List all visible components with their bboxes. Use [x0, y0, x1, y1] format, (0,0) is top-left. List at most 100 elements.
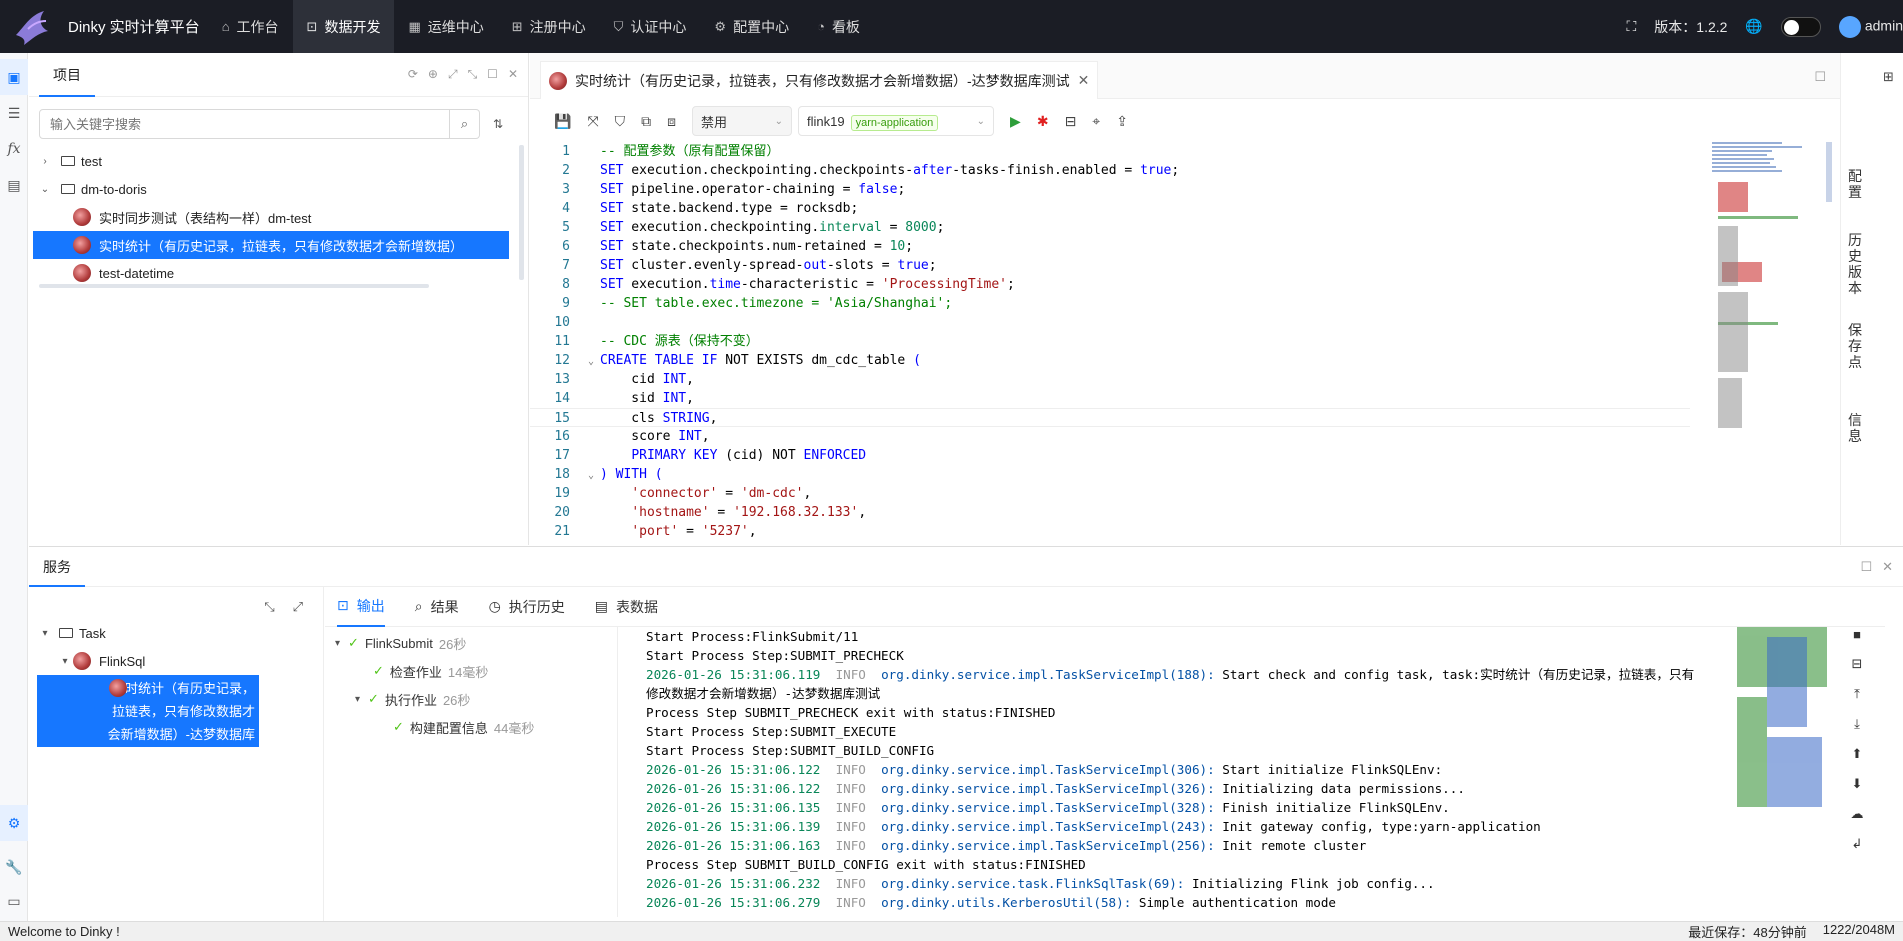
nav-item-6[interactable]: ◔ 看板 [803, 0, 874, 53]
sort-icon[interactable]: ⇅ [486, 109, 510, 139]
collapse-icon[interactable]: ⤢ [448, 67, 458, 82]
add-circle-icon[interactable]: ⊕ [428, 67, 438, 82]
user-menu[interactable]: admin [1838, 15, 1903, 38]
tree-item[interactable]: test-datetime [33, 259, 509, 287]
run-icon[interactable]: ▶ [1010, 113, 1021, 130]
console-icon[interactable]: ▭ [0, 883, 28, 919]
editor-scrollbar[interactable] [1826, 142, 1832, 202]
catalog-icon[interactable]: ☰ [0, 95, 28, 131]
service-tree-item[interactable]: 实时统计（有历史记录，拉链表，只有修改数据才会新增数据）-达梦数据库测试 [37, 675, 259, 765]
scroll-bottom-icon[interactable]: ⤓ [1854, 716, 1860, 732]
tab-table[interactable]: ▤ 表数据 [595, 587, 658, 627]
format-icon[interactable]: ⤧ [587, 113, 598, 130]
service-gear-icon[interactable]: ⚙ [0, 805, 28, 841]
caret-icon[interactable]: ▾ [335, 638, 340, 649]
tree-item[interactable]: 实时统计（有历史记录，拉链表，只有修改数据才会新增数据） [33, 231, 509, 259]
dinky-logo[interactable] [10, 5, 54, 49]
project-panel-icon[interactable]: ▣ [0, 59, 28, 95]
scroll-top-icon[interactable]: ⤒ [1854, 686, 1860, 702]
lineage-icon[interactable]: ⧈ [667, 113, 676, 130]
table-grid-icon[interactable]: ⊞ [1883, 69, 1894, 85]
service-title[interactable]: 服务 [29, 547, 85, 587]
refresh-icon[interactable]: ⟳ [408, 67, 418, 82]
nav-item-1[interactable]: ⊡ 数据开发 [292, 0, 395, 53]
search-button[interactable]: ⌕ [450, 109, 480, 139]
code-minimap[interactable] [1712, 142, 1808, 442]
vertical-scrollbar[interactable] [519, 145, 524, 280]
fold-chevron-icon[interactable]: ⌄ [588, 352, 600, 371]
tab-history[interactable]: ◷ 执行历史 [489, 587, 565, 627]
horizontal-scrollbar[interactable] [39, 284, 429, 288]
service-tree-item[interactable]: ▾ Task [37, 619, 259, 647]
right-rail-item-3[interactable]: 信息 [1848, 412, 1862, 444]
nav-item-2[interactable]: ▦ 运维中心 [394, 0, 497, 53]
tab-terminal[interactable]: ⊡ 输出 [337, 587, 385, 627]
search-input[interactable] [39, 109, 450, 139]
code-editor[interactable]: 1 -- 配置参数（原有配置保留） 2 SET execution.checkpoin… [530, 142, 1710, 542]
checkpoint-select[interactable]: 禁用 ⌄ [692, 106, 793, 136]
function-icon[interactable]: fx [0, 131, 28, 167]
nav-item-4[interactable]: ⛉ 认证中心 [600, 0, 701, 53]
down-circle-icon[interactable]: ⬇ [1852, 776, 1863, 792]
wrench-icon[interactable]: 🔧 [0, 849, 28, 885]
caret-icon[interactable]: › [37, 156, 53, 167]
tree-item[interactable]: 实时同步测试（表结构一样）dm-test [33, 203, 509, 231]
process-step[interactable]: ▾ ✓ FlinkSubmit 26秒 [325, 629, 615, 657]
tab-close-icon[interactable]: ✕ [1078, 72, 1090, 89]
locate-icon[interactable]: ⌖ [1092, 113, 1100, 130]
maximize-icon[interactable]: ☐ [487, 67, 498, 82]
caret-icon[interactable]: ⌄ [37, 184, 53, 195]
shrink-icon[interactable]: ⤡ [468, 67, 478, 82]
log-text: Process Step SUBMIT_BUILD_CONFIG exit wi… [646, 857, 1086, 872]
tab-search[interactable]: ⌕ 结果 [415, 587, 459, 627]
process-step[interactable]: ✓ 构建配置信息 44毫秒 [325, 713, 615, 741]
close-icon[interactable]: ✕ [1882, 559, 1893, 575]
nav-item-5[interactable]: ⚙ 配置中心 [700, 0, 803, 53]
package-icon[interactable]: ⊟ [1065, 113, 1077, 130]
tree-item[interactable]: › test [33, 147, 509, 175]
log-minimap[interactable] [1737, 627, 1827, 817]
dag-icon[interactable]: ⧉ [641, 113, 651, 130]
caret-icon[interactable]: ▾ [37, 628, 53, 639]
lock-icon[interactable]: ⊟ [1852, 656, 1863, 672]
caret-icon[interactable]: ▾ [57, 656, 73, 667]
expand-all-icon[interactable]: ⤢ [293, 599, 303, 615]
service-tree-item[interactable]: ▾ FlinkSql [37, 647, 259, 675]
code-token: execution.checkpointing. [623, 220, 820, 235]
nav-item-0[interactable]: ⌂ 工作台 [208, 0, 293, 53]
log-line: Process Step SUBMIT_BUILD_CONFIG exit wi… [618, 855, 1721, 874]
process-step[interactable]: ✓ 检查作业 14毫秒 [325, 657, 615, 685]
save-icon[interactable]: 💾 [554, 113, 571, 130]
stop-icon[interactable]: ■ [1853, 627, 1861, 642]
close-icon[interactable]: ✕ [508, 67, 518, 82]
fullscreen-icon[interactable]: ⛶ [1626, 18, 1636, 35]
fold-chevron-icon[interactable]: ⌄ [588, 466, 600, 485]
code-token: 'connector' [631, 486, 718, 501]
resource-icon[interactable]: ▤ [0, 167, 28, 203]
enter-icon[interactable]: ↲ [1852, 836, 1863, 852]
right-rail-item-1[interactable]: 历史版本 [1848, 232, 1862, 296]
right-rail-item-0[interactable]: 配置 [1848, 168, 1862, 200]
right-rail-item-2[interactable]: 保存点 [1848, 322, 1862, 370]
cluster-select[interactable]: flink19 yarn-application ⌄ [798, 106, 995, 136]
caret-icon[interactable]: ▾ [355, 694, 360, 705]
collapse-all-icon[interactable]: ⤡ [264, 599, 274, 615]
up-circle-icon[interactable]: ⬆ [1852, 746, 1863, 762]
log-level: INFO [835, 876, 866, 891]
editor-tab[interactable]: 实时统计（有历史记录，拉链表，只有修改数据才会新增数据）-达梦数据库测试 ✕ [540, 61, 1099, 99]
project-title[interactable]: 项目 [39, 53, 95, 97]
line-number: 17 [554, 448, 570, 463]
check-icon[interactable]: ⛉ [615, 113, 626, 130]
globe-icon[interactable]: 🌐 [1745, 18, 1762, 35]
debug-icon[interactable]: ✱ [1037, 113, 1049, 130]
split-icon[interactable]: ☐ [1814, 69, 1826, 85]
nav-item-3[interactable]: ⊞ 注册中心 [498, 0, 600, 53]
tree-item[interactable]: ⌄ dm-to-doris [33, 175, 509, 203]
cloud-upload-icon[interactable]: ☁ [1851, 806, 1864, 822]
theme-toggle[interactable] [1780, 16, 1821, 37]
maximize-icon[interactable]: ☐ [1860, 559, 1872, 575]
log-output[interactable]: Start Process:FlinkSubmit/11 Start Proces… [617, 627, 1721, 917]
process-step[interactable]: ▾ ✓ 执行作业 26秒 [325, 685, 615, 713]
publish-icon[interactable]: ⇪ [1116, 113, 1128, 130]
